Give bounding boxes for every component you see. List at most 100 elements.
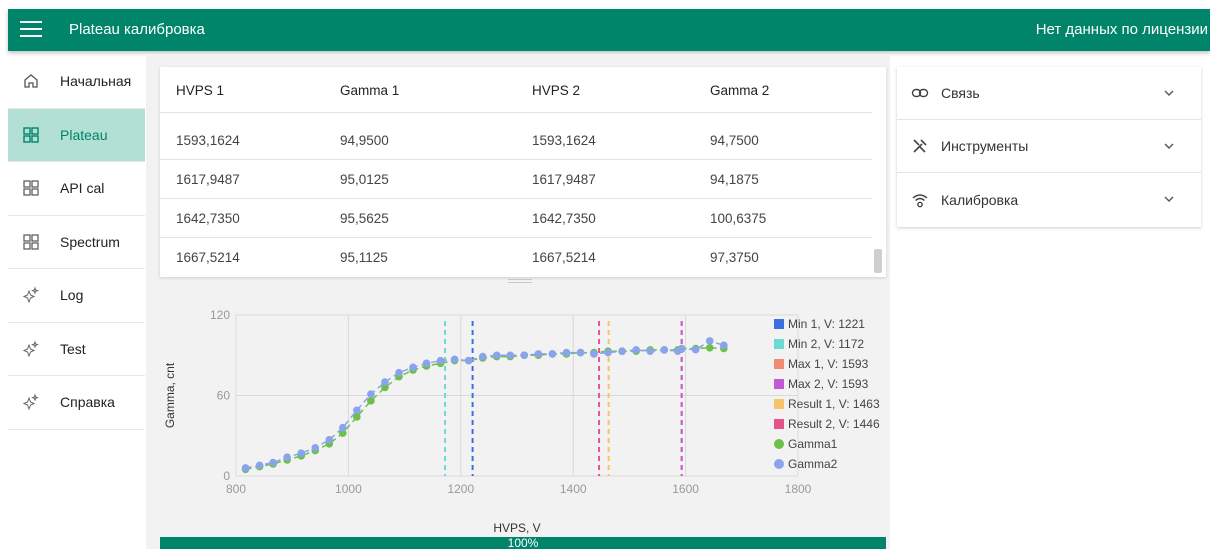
x-tick-label: 1000: [335, 482, 362, 496]
legend-swatch: [774, 379, 784, 389]
data-point: [590, 350, 598, 358]
grid-icon: [22, 126, 40, 144]
data-point: [450, 355, 459, 364]
data-point: [576, 348, 585, 357]
table-cell: 95,5625: [340, 211, 389, 226]
app-bar: Plateau калибровка Нет данных по лицензи…: [8, 9, 1210, 51]
legend-label: Min 1, V: 1221: [788, 317, 865, 331]
data-point: [534, 350, 543, 358]
accordion-label: Связь: [941, 85, 980, 101]
hamburger-menu-icon[interactable]: [20, 21, 42, 39]
sidebar-item-plateau[interactable]: Plateau: [8, 108, 145, 162]
sidebar-item-help[interactable]: Справка: [8, 376, 145, 430]
accordion-connection[interactable]: Связь: [897, 67, 1201, 120]
table-cell: 95,0125: [340, 172, 389, 187]
data-point: [646, 347, 654, 356]
data-point: [395, 368, 403, 377]
legend-swatch: [774, 399, 784, 409]
data-point: [618, 347, 626, 356]
data-point: [548, 350, 557, 358]
legend-label: Min 2, V: 1172: [788, 337, 864, 351]
data-point: [381, 378, 389, 386]
data-point: [677, 345, 686, 353]
table-scrollbar[interactable]: [874, 249, 882, 273]
y-tick-label: 120: [210, 308, 230, 322]
data-point: [720, 341, 728, 350]
sidebar-nav: Начальная Plateau API cal Spectrum Log T…: [8, 55, 145, 430]
x-tick-label: 1600: [672, 482, 699, 496]
data-point: [632, 346, 640, 354]
sidebar-item-label: Spectrum: [60, 233, 120, 250]
tools-icon: [911, 137, 929, 155]
legend-label: Result 1, V: 1463: [788, 397, 880, 411]
y-tick-label: 0: [223, 469, 230, 483]
chevron-down-icon[interactable]: [1163, 140, 1175, 152]
table-cell: 94,9500: [340, 133, 389, 148]
accordion-tools[interactable]: Инструменты: [897, 120, 1201, 173]
data-point: [367, 390, 375, 398]
data-point: [338, 423, 347, 432]
data-point: [422, 359, 431, 368]
main-content: HVPS 1 Gamma 1 HVPS 2 Gamma 2 1593,1624 …: [146, 55, 890, 549]
link-icon: [911, 84, 929, 102]
legend-swatch: [774, 319, 784, 329]
data-point: [604, 348, 612, 357]
chevron-down-icon[interactable]: [1163, 193, 1175, 205]
data-point: [705, 343, 714, 352]
table-cell: 1617,9487: [532, 172, 596, 187]
column-header[interactable]: HVPS 2: [532, 83, 580, 98]
y-tick-label: 60: [217, 389, 231, 403]
chevron-down-icon[interactable]: [1163, 87, 1175, 99]
x-tick-label: 1200: [447, 482, 474, 496]
legend-swatch: [774, 439, 784, 449]
table-cell: 95,1125: [340, 250, 388, 265]
x-tick-label: 800: [226, 482, 246, 496]
data-point: [506, 351, 515, 360]
legend-label: Max 1, V: 1593: [788, 357, 869, 371]
home-icon: [22, 72, 40, 90]
app-title: Plateau калибровка: [69, 21, 205, 38]
table-cell: 94,1875: [710, 172, 759, 187]
sidebar-item-test[interactable]: Test: [8, 323, 145, 376]
sidebar-item-api-cal[interactable]: API cal: [8, 162, 145, 216]
table-cell: 1667,5214: [176, 250, 240, 265]
sparkle-icon: [22, 393, 40, 411]
grid-icon: [22, 179, 40, 197]
sidebar-item-spectrum[interactable]: Spectrum: [8, 216, 145, 269]
x-axis-label: HVPS, V: [493, 521, 540, 535]
column-header[interactable]: Gamma 2: [710, 83, 769, 98]
data-point: [311, 444, 320, 452]
column-header[interactable]: Gamma 1: [340, 83, 399, 98]
license-status: Нет данных по лицензии: [1035, 21, 1208, 38]
resize-handle[interactable]: [508, 279, 532, 285]
column-header[interactable]: HVPS 1: [176, 83, 224, 98]
plateau-chart: 800 1000 1200 1400 1600 1800 0 60 120 HVPS, V Gamm…: [146, 287, 890, 535]
sidebar-item-log[interactable]: Log: [8, 269, 145, 323]
data-point: [464, 356, 473, 365]
data-point: [409, 363, 417, 372]
data-point: [660, 346, 669, 354]
data-point: [562, 348, 571, 357]
data-point: [436, 356, 445, 365]
table-cell: 1617,9487: [176, 172, 240, 187]
sidebar-item-label: Справка: [60, 394, 115, 411]
sparkle-icon: [22, 340, 40, 358]
chart-svg: 800 1000 1200 1400 1600 1800 0 60 120 HVPS, V Gamm…: [163, 308, 880, 535]
sidebar-item-home[interactable]: Начальная: [8, 55, 145, 109]
table-cell: 1642,7350: [532, 211, 596, 226]
sidebar-item-label: Начальная: [60, 73, 132, 90]
table-row: 1667,5214 95,1125 1667,5214 97,3750: [160, 238, 872, 277]
sidebar-item-label: Test: [60, 340, 86, 357]
legend-swatch: [774, 339, 784, 349]
accordion-calibration[interactable]: Калибровка: [897, 173, 1201, 226]
sidebar-item-label: API cal: [60, 180, 105, 197]
legend-swatch: [774, 459, 784, 469]
settings-panel: Связь Инструменты Калибровка: [897, 67, 1201, 227]
table-row: 1642,7350 95,5625 1642,7350 100,6375: [160, 199, 872, 238]
table-cell: 1642,7350: [176, 211, 240, 226]
table-cell: 1667,5214: [532, 250, 596, 265]
data-point: [283, 453, 291, 462]
data-point: [353, 406, 361, 415]
sparkle-icon: [22, 286, 40, 304]
data-point: [325, 435, 334, 444]
